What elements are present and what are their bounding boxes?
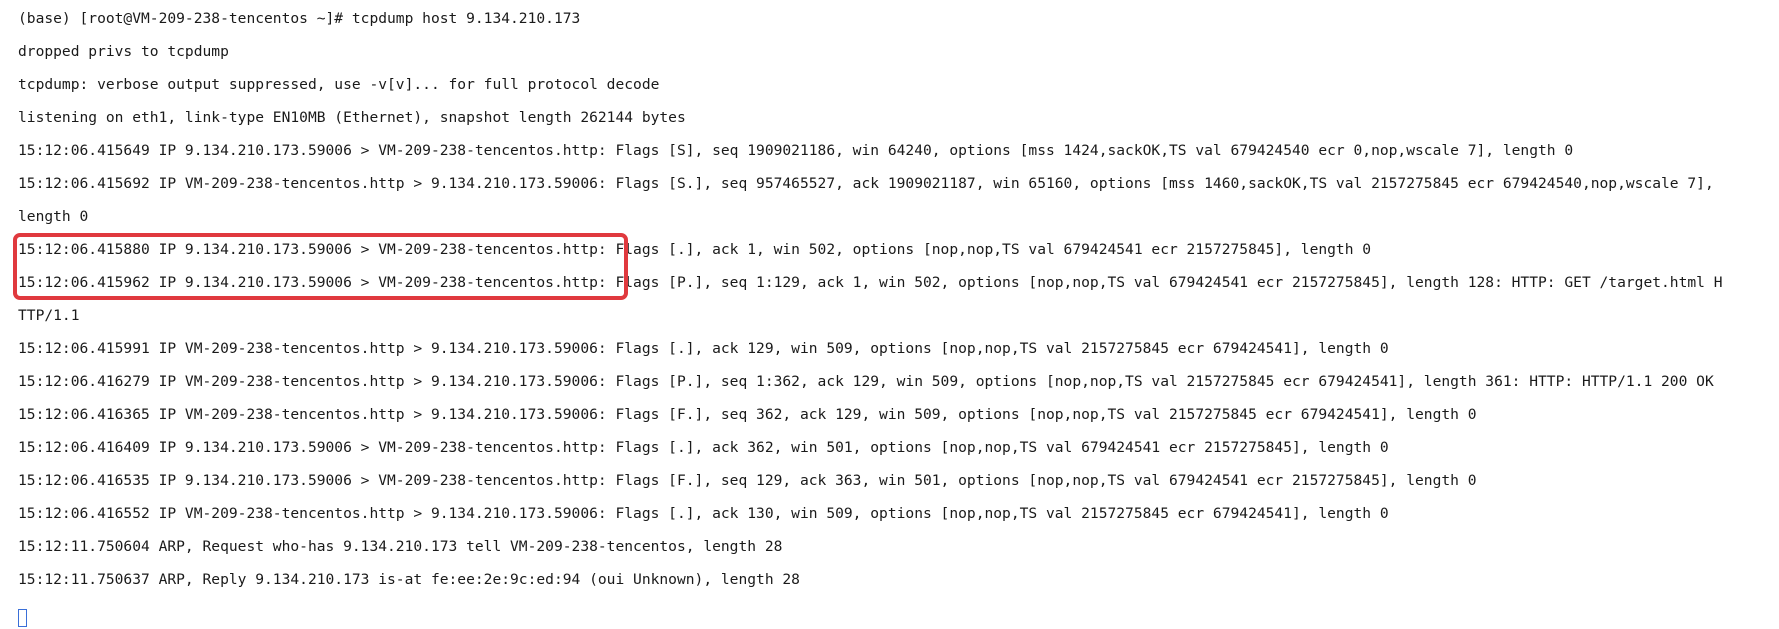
terminal-line: 15:12:06.416365 IP VM-209-238-tencentos.…	[18, 406, 1477, 423]
terminal-line: 15:12:06.416409 IP 9.134.210.173.59006 >…	[18, 439, 1389, 456]
terminal-line: (base) [root@VM-209-238-tencentos ~]# tc…	[18, 10, 581, 27]
terminal-line: listening on eth1, link-type EN10MB (Eth…	[18, 109, 686, 126]
terminal-line: length 0	[18, 208, 89, 225]
terminal-line: tcpdump: verbose output suppressed, use …	[18, 76, 660, 93]
cursor-line	[18, 596, 1779, 629]
terminal-line: 15:12:06.415649 IP 9.134.210.173.59006 >…	[18, 142, 1574, 159]
terminal-line: 15:12:06.415962 IP 9.134.210.173.59006 >…	[18, 274, 1723, 291]
terminal-line: TTP/1.1	[18, 307, 80, 324]
terminal-line: 15:12:06.416279 IP VM-209-238-tencentos.…	[18, 373, 1714, 390]
terminal-line: 15:12:06.415692 IP VM-209-238-tencentos.…	[18, 175, 1714, 192]
terminal-line: 15:12:06.416535 IP 9.134.210.173.59006 >…	[18, 472, 1477, 489]
terminal-line: 15:12:06.416552 IP VM-209-238-tencentos.…	[18, 505, 1389, 522]
terminal-line: 15:12:11.750604 ARP, Request who-has 9.1…	[18, 538, 783, 555]
terminal-line: 15:12:06.415991 IP VM-209-238-tencentos.…	[18, 340, 1389, 357]
terminal-line: dropped privs to tcpdump	[18, 43, 229, 60]
terminal-cursor	[18, 608, 27, 627]
terminal-output[interactable]: (base) [root@VM-209-238-tencentos ~]# tc…	[0, 0, 1779, 627]
terminal-line: 15:12:06.415880 IP 9.134.210.173.59006 >…	[18, 241, 1372, 258]
terminal-line: 15:12:11.750637 ARP, Reply 9.134.210.173…	[18, 571, 800, 588]
